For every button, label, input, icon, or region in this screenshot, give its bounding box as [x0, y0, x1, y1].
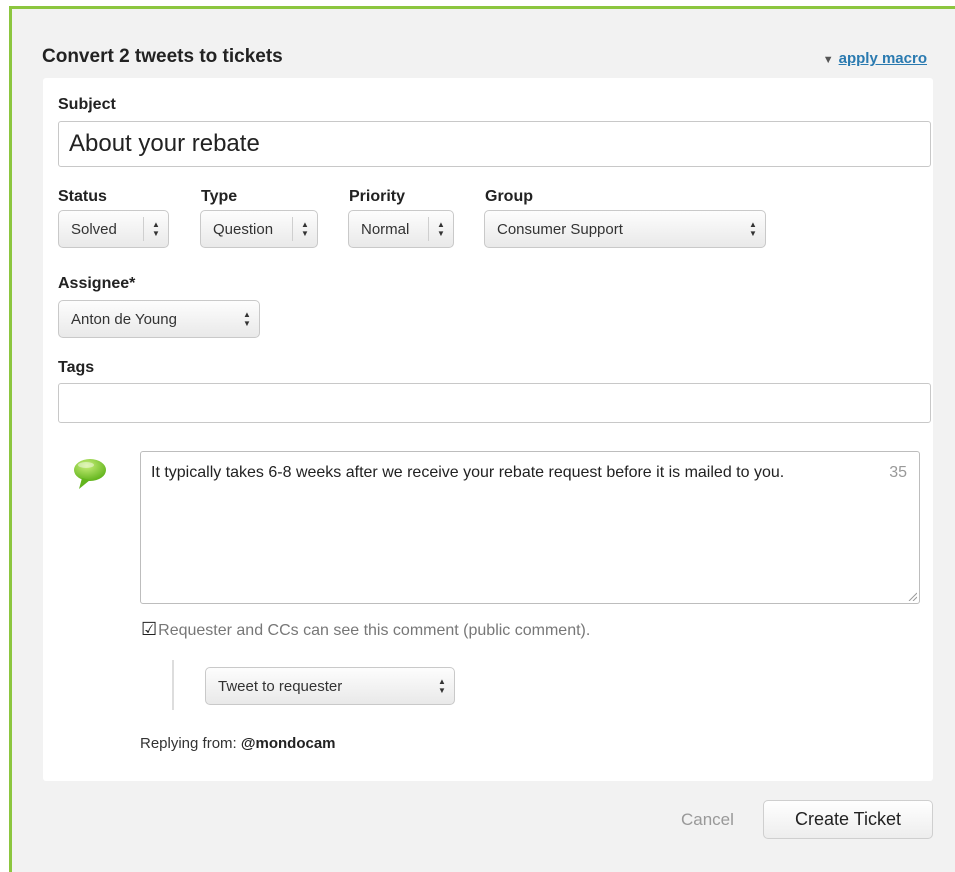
- replying-label: Replying from:: [140, 735, 237, 752]
- type-select[interactable]: Question ▲ ▼: [200, 210, 318, 248]
- assignee-select[interactable]: Anton de Young ▲ ▼: [58, 300, 260, 338]
- comment-textarea[interactable]: It typically takes 6-8 weeks after we re…: [140, 451, 920, 604]
- comment-text: It typically takes 6-8 weeks after we re…: [151, 464, 785, 481]
- group-value: Consumer Support: [497, 221, 623, 238]
- type-label: Type: [201, 188, 238, 205]
- assignee-label: Assignee*: [58, 275, 136, 292]
- type-value: Question: [213, 221, 274, 238]
- resize-handle-icon[interactable]: [907, 591, 917, 601]
- replying-handle: @mondocam: [240, 735, 336, 752]
- select-arrows-icon: ▲ ▼: [438, 677, 446, 695]
- select-arrows-icon: ▲ ▼: [143, 217, 168, 241]
- group-select[interactable]: Consumer Support ▲ ▼: [484, 210, 766, 248]
- subject-label: Subject: [58, 96, 116, 113]
- select-arrows-icon: ▲ ▼: [243, 310, 251, 328]
- group-label: Group: [485, 188, 533, 205]
- apply-macro-control[interactable]: ▼ apply macro: [823, 50, 927, 67]
- comment-bubble-icon: [74, 459, 106, 489]
- status-value: Solved: [71, 221, 117, 238]
- public-comment-row: ☑Requester and CCs can see this comment …: [141, 619, 590, 640]
- ticket-form-panel: [43, 78, 933, 781]
- select-arrows-icon: ▲ ▼: [292, 217, 317, 241]
- cancel-link[interactable]: Cancel: [681, 810, 734, 830]
- tags-input[interactable]: [58, 383, 931, 423]
- replying-from: Replying from: @mondocam: [140, 735, 336, 752]
- status-label: Status: [58, 188, 107, 205]
- dialog-title: Convert 2 tweets to tickets: [42, 46, 283, 67]
- select-arrows-icon: ▲ ▼: [749, 220, 757, 238]
- priority-label: Priority: [349, 188, 406, 205]
- select-arrows-icon: ▲ ▼: [428, 217, 453, 241]
- priority-select[interactable]: Normal ▲ ▼: [348, 210, 454, 248]
- public-comment-label: Requester and CCs can see this comment (…: [158, 622, 591, 639]
- subject-input[interactable]: About your rebate: [58, 121, 931, 167]
- divider-line: [172, 660, 174, 710]
- character-counter: 35: [889, 464, 907, 481]
- tags-label: Tags: [58, 359, 95, 376]
- assignee-value: Anton de Young: [71, 311, 177, 328]
- tweet-option-select[interactable]: Tweet to requester ▲ ▼: [205, 667, 455, 705]
- status-select[interactable]: Solved ▲ ▼: [58, 210, 169, 248]
- triangle-down-icon: ▼: [822, 54, 834, 66]
- priority-value: Normal: [361, 221, 410, 238]
- tweet-option-value: Tweet to requester: [218, 678, 343, 695]
- public-comment-checkbox[interactable]: ☑: [141, 619, 157, 640]
- create-ticket-button[interactable]: Create Ticket: [763, 800, 933, 839]
- apply-macro-link[interactable]: apply macro: [839, 50, 927, 67]
